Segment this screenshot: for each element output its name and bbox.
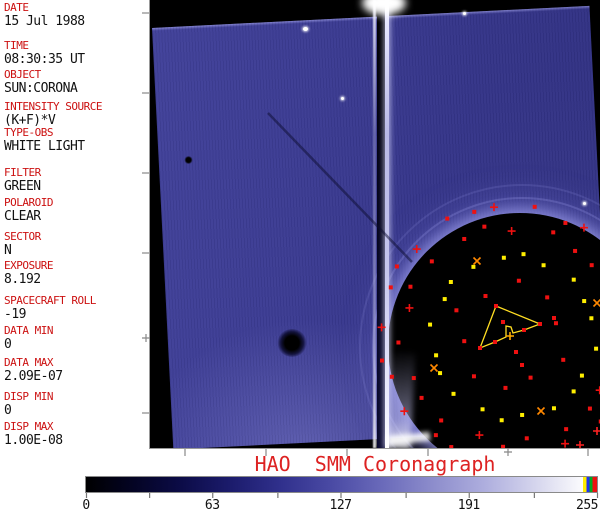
coronagraph-image-panel [150, 0, 600, 448]
pylon-bright-line-left [373, 0, 376, 448]
sidebar-entry: OBJECT SUN:CORONA [4, 68, 78, 96]
pylon-top-glare [362, 0, 406, 15]
sidebar-entry: DATE 15 Jul 1988 [4, 2, 85, 28]
field-label: TYPE-OBS [4, 126, 53, 139]
field-label: SPACECRAFT ROLL [4, 294, 96, 307]
field-value: N [4, 243, 12, 258]
field-value: 1.00E-08 [4, 433, 63, 448]
panel-border-bottom [149, 448, 600, 449]
colorbar-gradient [85, 476, 598, 493]
white-speck [463, 12, 466, 15]
field-label: OBJECT [4, 68, 41, 81]
field-value: WHITE LIGHT [4, 139, 85, 154]
colorbar-tick-label: 127 [329, 498, 352, 512]
field-value: SUN:CORONA [4, 81, 78, 96]
smm-coronagraph-viewer: DATE 15 Jul 1988 TIME 08:30:35 UT OBJECT SUN:… [0, 0, 600, 512]
field-value: -19 [4, 307, 26, 322]
sidebar-entry: SECTOR N [4, 231, 41, 257]
sidebar-entry: DATA MIN 0 [4, 325, 53, 351]
sidebar-entry: TYPE-OBS WHITE LIGHT [4, 127, 85, 153]
field-label: DISP MAX [4, 420, 53, 433]
sidebar-entry: DATA MAX 2.09E-07 [4, 357, 63, 383]
field-label: INTENSITY SOURCE [4, 100, 102, 113]
metadata-sidebar: DATE 15 Jul 1988 TIME 08:30:35 UT OBJECT SUN:… [0, 0, 150, 448]
occulter-pylon-shadow [377, 0, 385, 448]
field-value: 8.192 [4, 272, 41, 287]
sidebar-entry: INTENSITY SOURCE (K+F)*V [4, 101, 102, 127]
field-label: TIME [4, 39, 29, 52]
colorbar-tick-label: 255 [576, 498, 598, 512]
sidebar-entry: DISP MIN 0 [4, 391, 53, 417]
white-speck [583, 202, 586, 205]
sidebar-entry: POLAROID CLEAR [4, 197, 53, 223]
dust-spot-small [184, 156, 193, 164]
field-label: DISP MIN [4, 390, 53, 403]
white-speck [303, 27, 308, 31]
field-label: DATA MIN [4, 324, 53, 337]
sidebar-entry: FILTER GREEN [4, 167, 41, 193]
colorbar-tick-label: 191 [457, 498, 480, 512]
sidebar-entry: SPACECRAFT ROLL -19 [4, 295, 96, 321]
image-title: HAO SMM Coronagraph [254, 452, 496, 476]
pylon-bright-line [385, 0, 389, 448]
field-value: 15 Jul 1988 [4, 14, 85, 29]
dust-spot-large [277, 329, 307, 357]
colorbar-tick-label: 63 [204, 498, 220, 512]
field-label: EXPOSURE [4, 259, 53, 272]
colorbar-tick-label: 0 [82, 498, 90, 512]
sidebar-entry: TIME 08:30:35 UT [4, 40, 85, 66]
field-value: GREEN [4, 179, 41, 194]
sidebar-entry: EXPOSURE 8.192 [4, 260, 53, 286]
field-value: 2.09E-07 [4, 369, 63, 384]
field-label: POLAROID [4, 196, 53, 209]
field-label: DATA MAX [4, 356, 53, 369]
white-speck [341, 97, 344, 100]
colorbar-labels: 0 63 127 191 255 [0, 499, 600, 512]
field-label: FILTER [4, 166, 41, 179]
field-value: CLEAR [4, 209, 41, 224]
field-value: 0 [4, 403, 12, 418]
field-value: 08:30:35 UT [4, 52, 85, 67]
field-label: SECTOR [4, 230, 41, 243]
panel-border-left [149, 0, 150, 449]
sidebar-entry: DISP MAX 1.00E-08 [4, 421, 63, 447]
field-value: 0 [4, 337, 12, 352]
field-label: DATE [4, 1, 29, 14]
